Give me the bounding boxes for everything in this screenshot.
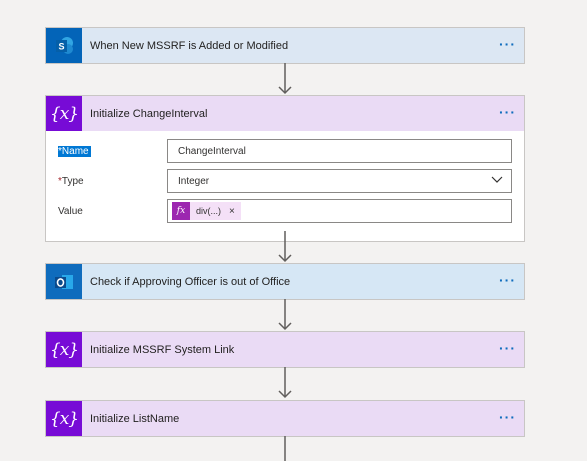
action-card-initialize-changeinterval[interactable]: {x} Initialize ChangeInterval ··· *Name … xyxy=(45,95,525,242)
sharepoint-icon: S xyxy=(46,28,82,63)
card-header[interactable]: S When New MSSRF is Added or Modified ··… xyxy=(46,28,524,63)
value-label: Value xyxy=(58,205,83,217)
flow-canvas: S When New MSSRF is Added or Modified ··… xyxy=(0,0,587,461)
action-card-initialize-listname[interactable]: {x} Initialize ListName ··· xyxy=(45,400,525,437)
name-field-row: *Name ChangeInterval xyxy=(58,139,512,163)
type-label: *Type xyxy=(58,175,84,187)
name-label: *Name xyxy=(58,145,91,157)
card-title: Check if Approving Officer is out of Off… xyxy=(90,275,291,288)
function-icon: fx xyxy=(172,202,190,220)
card-title: Initialize ListName xyxy=(90,412,180,425)
variable-icon: {x} xyxy=(46,401,82,436)
value-field-row: Value fx div(...) × xyxy=(58,199,512,223)
more-options-icon[interactable]: ··· xyxy=(499,273,516,287)
token-text: div(...) xyxy=(196,206,222,216)
more-options-icon[interactable]: ··· xyxy=(499,37,516,51)
type-selected-value: Integer xyxy=(178,175,210,187)
card-header[interactable]: {x} Initialize ListName ··· xyxy=(46,401,524,436)
more-options-icon[interactable]: ··· xyxy=(499,105,516,119)
more-options-icon[interactable]: ··· xyxy=(499,410,516,424)
card-title: Initialize MSSRF System Link xyxy=(90,343,235,356)
svg-text:S: S xyxy=(58,41,64,51)
card-header[interactable]: {x} Initialize ChangeInterval ··· xyxy=(46,96,524,131)
variable-icon: {x} xyxy=(46,332,82,367)
chevron-down-icon[interactable] xyxy=(491,176,503,184)
outlook-icon xyxy=(46,264,82,299)
type-select[interactable]: Integer xyxy=(167,169,512,193)
connector-arrow xyxy=(278,231,292,263)
connector-line xyxy=(284,436,286,461)
expression-token[interactable]: fx div(...) × xyxy=(172,202,241,220)
card-header[interactable]: Check if Approving Officer is out of Off… xyxy=(46,264,524,299)
action-card-initialize-mssrf-system-link[interactable]: {x} Initialize MSSRF System Link ··· xyxy=(45,331,525,368)
action-card-out-of-office[interactable]: Check if Approving Officer is out of Off… xyxy=(45,263,525,300)
more-options-icon[interactable]: ··· xyxy=(499,341,516,355)
remove-token-icon[interactable]: × xyxy=(229,206,235,217)
type-field-row: *Type Integer xyxy=(58,169,512,193)
connector-arrow xyxy=(278,367,292,399)
card-title: Initialize ChangeInterval xyxy=(90,107,208,120)
card-header[interactable]: {x} Initialize MSSRF System Link ··· xyxy=(46,332,524,367)
connector-arrow xyxy=(278,63,292,95)
variable-icon: {x} xyxy=(46,96,82,131)
name-input[interactable]: ChangeInterval xyxy=(167,139,512,163)
connector-arrow xyxy=(278,299,292,331)
trigger-card-sharepoint[interactable]: S When New MSSRF is Added or Modified ··… xyxy=(45,27,525,64)
value-input[interactable]: fx div(...) × xyxy=(167,199,512,223)
card-title: When New MSSRF is Added or Modified xyxy=(90,39,289,52)
card-body: *Name ChangeInterval *Type Integer Value… xyxy=(46,131,524,241)
